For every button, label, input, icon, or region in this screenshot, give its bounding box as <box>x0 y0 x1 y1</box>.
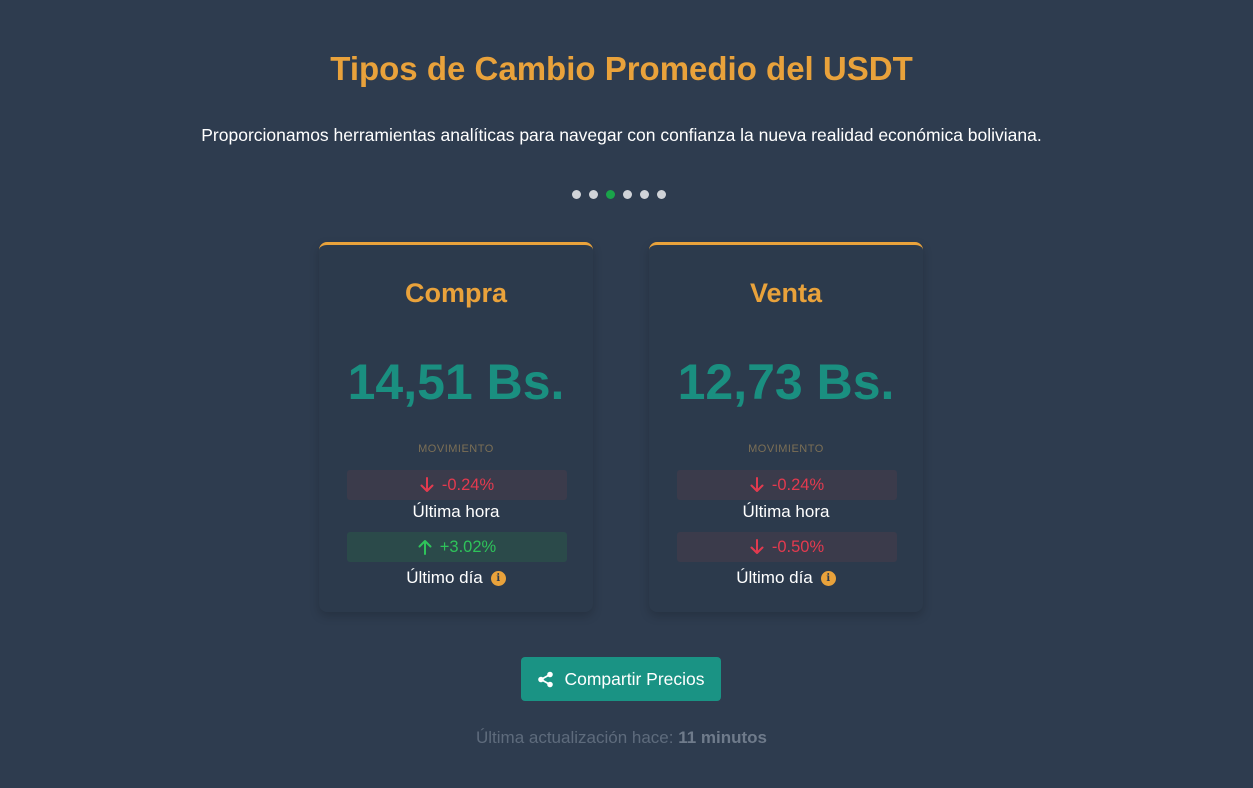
compra-card: Compra 14,51 Bs. MOVIMIENTO -0.24% Últim… <box>319 242 593 612</box>
venta-hour-label: Última hora <box>649 502 923 522</box>
compra-price: 14,51 Bs. <box>347 354 565 410</box>
carousel-dot-1[interactable] <box>572 190 581 199</box>
info-icon[interactable]: i <box>820 570 836 586</box>
compra-hour-change-badge: -0.24% <box>347 470 567 500</box>
venta-movement-label: MOVIMIENTO <box>748 443 824 455</box>
compra-hour-change: -0.24% <box>441 475 495 494</box>
venta-day-change-badge: -0.50% <box>677 532 897 562</box>
venta-title: Venta <box>749 278 823 308</box>
arrow-down-icon <box>420 477 434 492</box>
page-title: Tipos de Cambio Promedio del USDT <box>330 50 913 87</box>
info-icon[interactable]: i <box>490 570 506 586</box>
venta-hour-change-badge: -0.24% <box>677 470 897 500</box>
arrow-down-icon <box>750 477 764 492</box>
page-subtitle: Proporcionamos herramientas analíticas p… <box>201 125 1042 145</box>
venta-day-change: -0.50% <box>771 537 825 556</box>
carousel-dot-6[interactable] <box>657 190 666 199</box>
carousel-dot-5[interactable] <box>640 190 649 199</box>
carousel-dot-2[interactable] <box>589 190 598 199</box>
share-prices-button[interactable]: Compartir Precios <box>521 657 721 701</box>
arrow-up-icon <box>418 540 432 555</box>
compra-day-change: +3.02% <box>439 537 497 556</box>
last-updated-prefix: Última actualización hace: <box>475 728 674 747</box>
share-icon <box>538 671 554 687</box>
compra-hour-label-text: Última hora <box>412 502 500 521</box>
venta-price: 12,73 Bs. <box>677 354 895 410</box>
venta-day-label-text: Último día <box>736 568 813 587</box>
venta-hour-change: -0.24% <box>771 475 825 494</box>
carousel-dot-3[interactable] <box>606 190 615 199</box>
carousel-dot-4[interactable] <box>623 190 632 199</box>
compra-title: Compra <box>404 278 507 308</box>
venta-day-label: Último día i <box>649 568 923 588</box>
share-button-label: Compartir Precios <box>564 668 705 689</box>
compra-day-label: Último día i <box>319 568 593 588</box>
page: Tipos de Cambio Promedio del USDT Propor… <box>0 0 1253 788</box>
compra-day-label-text: Último día <box>406 568 483 587</box>
venta-hour-label-text: Última hora <box>742 502 830 521</box>
compra-day-change-badge: +3.02% <box>347 532 567 562</box>
compra-hour-label: Última hora <box>319 502 593 522</box>
carousel-dots <box>572 190 666 199</box>
compra-movement-label: MOVIMIENTO <box>418 443 494 455</box>
last-updated: Última actualización hace: 11 minutos <box>0 728 1243 748</box>
venta-card: Venta 12,73 Bs. MOVIMIENTO -0.24% Última… <box>649 242 923 612</box>
arrow-down-icon <box>750 539 764 554</box>
last-updated-value: 11 minutos <box>678 728 768 747</box>
